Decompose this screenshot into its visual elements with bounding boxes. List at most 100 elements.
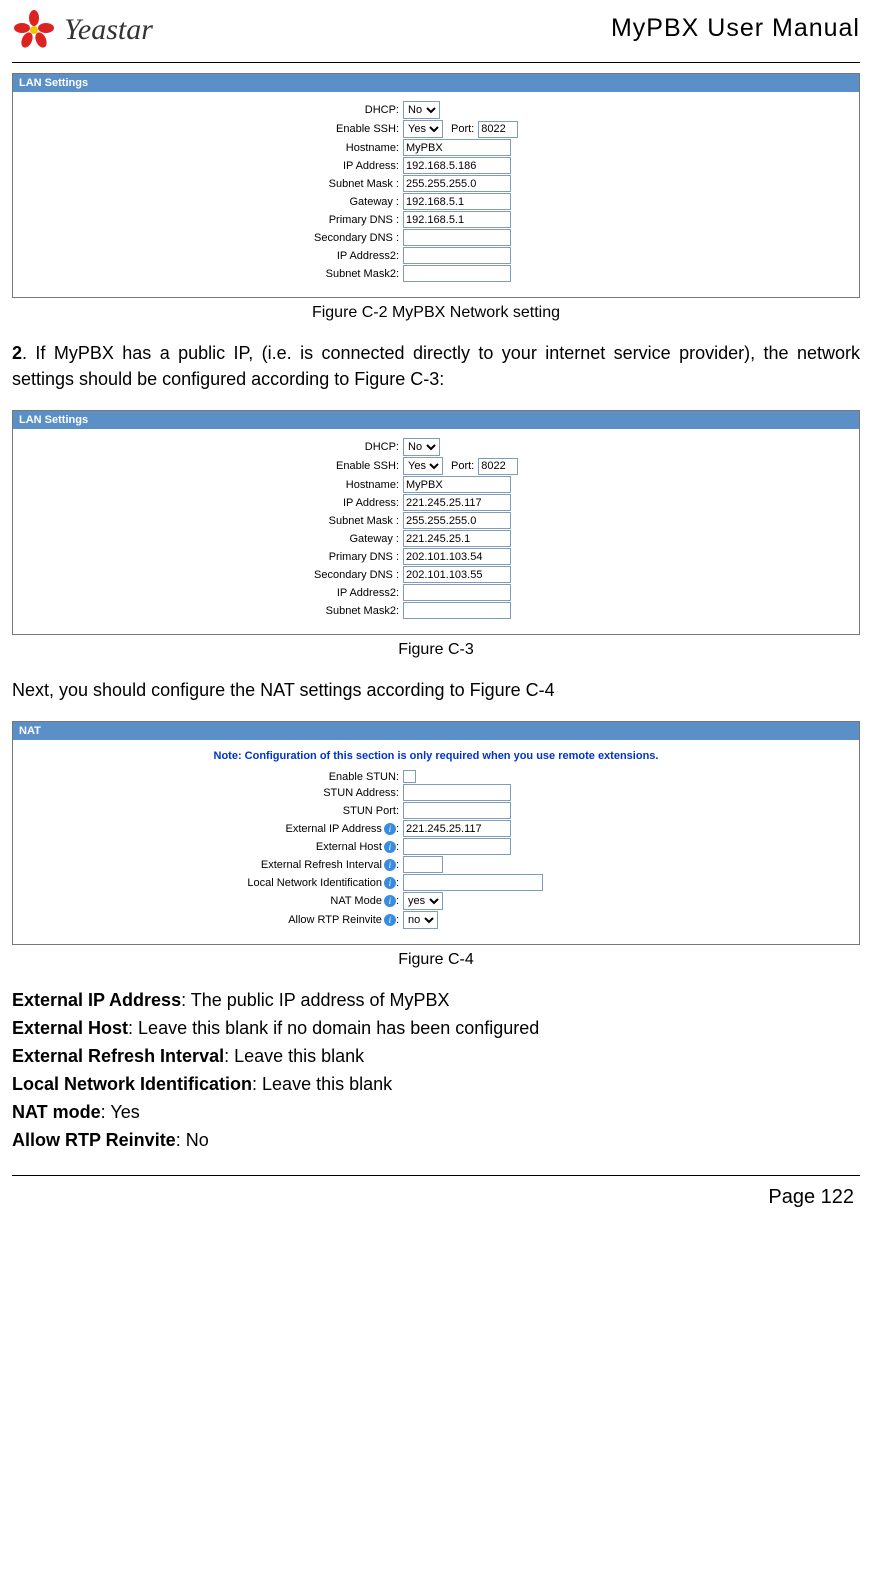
mask2-input[interactable]: [403, 265, 511, 282]
footer-rule: [12, 1175, 860, 1176]
dns1-label: Primary DNS :: [63, 551, 403, 563]
ip-input[interactable]: [403, 494, 511, 511]
nat-panel-c4: NAT Note: Configuration of this section …: [12, 721, 860, 945]
def-allowrtp-text: : No: [176, 1130, 209, 1150]
def-natmode-term: NAT mode: [12, 1102, 101, 1122]
paragraph-3: Next, you should configure the NAT setti…: [12, 677, 860, 703]
def-ext-ip-text: : The public IP address of MyPBX: [181, 990, 449, 1010]
port-input[interactable]: [478, 458, 518, 475]
mask-label: Subnet Mask :: [63, 515, 403, 527]
gw-input[interactable]: [403, 530, 511, 547]
panel-title: LAN Settings: [13, 411, 859, 429]
mask-label: Subnet Mask :: [63, 178, 403, 190]
ip2-input[interactable]: [403, 584, 511, 601]
header-rule: [12, 62, 860, 63]
lan-settings-panel-c3: LAN Settings DHCP:No Enable SSH:YesPort:…: [12, 410, 860, 635]
def-localnet-text: : Leave this blank: [252, 1074, 392, 1094]
def-ext-host-text: : Leave this blank if no domain has been…: [128, 1018, 539, 1038]
def-ext-host-term: External Host: [12, 1018, 128, 1038]
gw-label: Gateway :: [63, 533, 403, 545]
document-title: MyPBX User Manual: [611, 8, 860, 43]
nat-note: Note: Configuration of this section is o…: [63, 750, 809, 762]
def-localnet-term: Local Network Identification: [12, 1074, 252, 1094]
figure-c2-caption: Figure C-2 MyPBX Network setting: [12, 304, 860, 322]
gw-label: Gateway :: [63, 196, 403, 208]
ext-ip-input[interactable]: [403, 820, 511, 837]
page-number: Page 122: [12, 1186, 860, 1209]
ip2-label: IP Address2:: [63, 250, 403, 262]
port-label: Port:: [451, 123, 474, 135]
localnet-input[interactable]: [403, 874, 543, 891]
ssh-select[interactable]: Yes: [403, 457, 443, 475]
page-header: Yeastar MyPBX User Manual: [12, 8, 860, 56]
port-input[interactable]: [478, 121, 518, 138]
allowrtp-select[interactable]: no: [403, 911, 438, 929]
dns1-input[interactable]: [403, 211, 511, 228]
ext-ip-label: External IP Addressi:: [63, 823, 403, 835]
figure-c3-caption: Figure C-3: [12, 641, 860, 659]
dns2-label: Secondary DNS :: [63, 232, 403, 244]
info-icon: i: [384, 914, 396, 926]
ssh-select[interactable]: Yes: [403, 120, 443, 138]
hostname-label: Hostname:: [63, 142, 403, 154]
natmode-label: NAT Modei:: [63, 895, 403, 907]
info-icon: i: [384, 859, 396, 871]
paragraph-2: 2. If MyPBX has a public IP, (i.e. is co…: [12, 340, 860, 392]
mask2-label: Subnet Mask2:: [63, 605, 403, 617]
stun-addr-input[interactable]: [403, 784, 511, 801]
lan-settings-panel-c2: LAN Settings DHCP:No Enable SSH:Yes Port:…: [12, 73, 860, 298]
ext-refresh-input[interactable]: [403, 856, 443, 873]
dns2-input[interactable]: [403, 566, 511, 583]
definitions-block: External IP Address: The public IP addre…: [12, 987, 860, 1154]
para2-text: . If MyPBX has a public IP, (i.e. is con…: [12, 343, 860, 389]
def-allowrtp-term: Allow RTP Reinvite: [12, 1130, 176, 1150]
para2-number: 2: [12, 343, 22, 363]
brand-logo: Yeastar: [12, 8, 153, 52]
info-icon: i: [384, 841, 396, 853]
stun-addr-label: STUN Address:: [63, 787, 403, 799]
info-icon: i: [384, 823, 396, 835]
figure-c4-caption: Figure C-4: [12, 951, 860, 969]
panel-title: LAN Settings: [13, 74, 859, 92]
hostname-input[interactable]: [403, 139, 511, 156]
ip-input[interactable]: [403, 157, 511, 174]
allowrtp-label: Allow RTP Reinvitei:: [63, 914, 403, 926]
enable-stun-checkbox[interactable]: [403, 770, 416, 783]
dhcp-select[interactable]: No: [403, 438, 440, 456]
stun-port-input[interactable]: [403, 802, 511, 819]
enable-stun-label: Enable STUN:: [63, 771, 403, 783]
def-ext-refresh-text: : Leave this blank: [224, 1046, 364, 1066]
ssh-label: Enable SSH:: [63, 123, 403, 135]
def-natmode-text: : Yes: [101, 1102, 140, 1122]
ip-label: IP Address:: [63, 497, 403, 509]
brand-name: Yeastar: [64, 13, 153, 47]
ip2-label: IP Address2:: [63, 587, 403, 599]
gw-input[interactable]: [403, 193, 511, 210]
hostname-label: Hostname:: [63, 479, 403, 491]
flower-icon: [12, 8, 64, 52]
port-label: Port:: [451, 460, 474, 472]
ip-label: IP Address:: [63, 160, 403, 172]
dns1-input[interactable]: [403, 548, 511, 565]
localnet-label: Local Network Identificationi:: [63, 877, 403, 889]
ip2-input[interactable]: [403, 247, 511, 264]
info-icon: i: [384, 895, 396, 907]
ssh-label: Enable SSH:: [63, 460, 403, 472]
stun-port-label: STUN Port:: [63, 805, 403, 817]
hostname-input[interactable]: [403, 476, 511, 493]
dns2-label: Secondary DNS :: [63, 569, 403, 581]
dns1-label: Primary DNS :: [63, 214, 403, 226]
def-ext-refresh-term: External Refresh Interval: [12, 1046, 224, 1066]
info-icon: i: [384, 877, 396, 889]
mask-input[interactable]: [403, 175, 511, 192]
mask2-input[interactable]: [403, 602, 511, 619]
ext-refresh-label: External Refresh Intervali:: [63, 859, 403, 871]
dns2-input[interactable]: [403, 229, 511, 246]
dhcp-label: DHCP:: [63, 104, 403, 116]
def-ext-ip-term: External IP Address: [12, 990, 181, 1010]
ext-host-input[interactable]: [403, 838, 511, 855]
panel-title: NAT: [13, 722, 859, 740]
dhcp-select[interactable]: No: [403, 101, 440, 119]
mask-input[interactable]: [403, 512, 511, 529]
natmode-select[interactable]: yes: [403, 892, 443, 910]
